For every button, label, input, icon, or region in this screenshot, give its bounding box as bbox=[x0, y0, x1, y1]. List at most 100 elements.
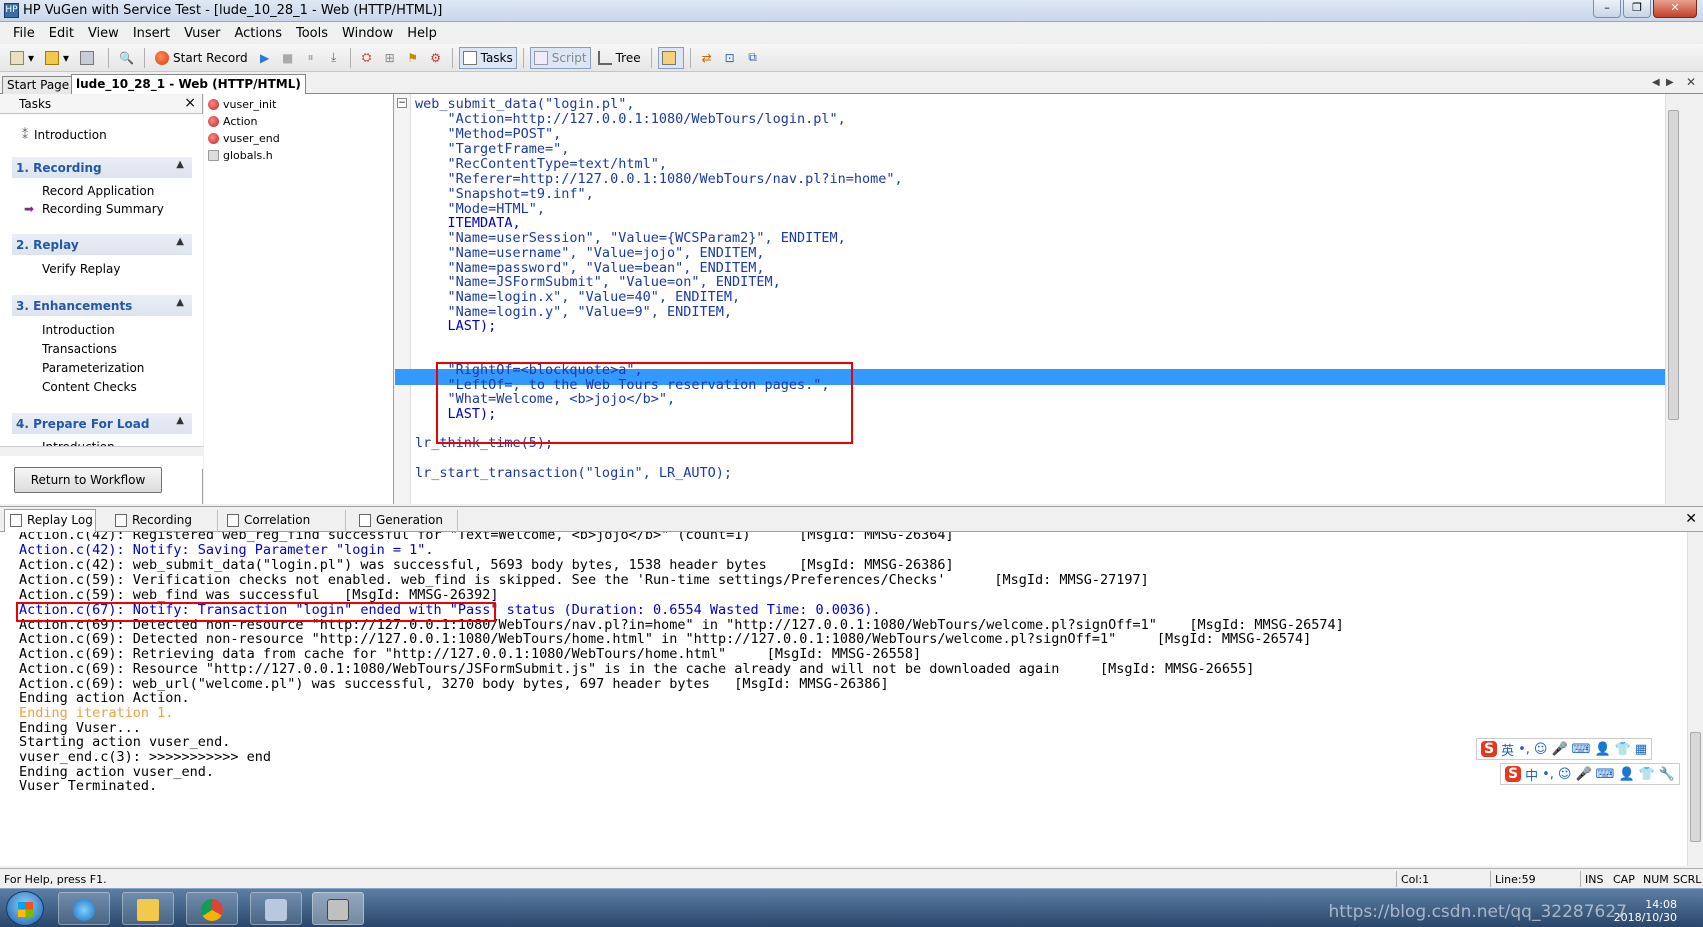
tasks-toggle-button[interactable]: Tasks bbox=[458, 46, 517, 69]
log-scrollbar[interactable] bbox=[1687, 532, 1703, 866]
tree-view-button[interactable]: Tree bbox=[594, 47, 645, 69]
tree-item-action[interactable]: Action bbox=[208, 115, 257, 128]
tab-recording-log[interactable]: Recording Log bbox=[110, 510, 218, 547]
menu-tools[interactable]: Tools bbox=[289, 26, 335, 41]
code-line[interactable]: "Referer=http://127.0.0.1:1080/WebTours/… bbox=[415, 171, 903, 187]
tab-correlation-results[interactable]: Correlation Results bbox=[222, 510, 346, 547]
bookmark-icon[interactable]: ⚑ bbox=[403, 47, 423, 69]
menu-help[interactable]: Help bbox=[400, 26, 444, 41]
taskbar-ie-icon[interactable] bbox=[58, 892, 110, 925]
menu-insert[interactable]: Insert bbox=[126, 26, 177, 41]
code-line[interactable]: "Name=JSFormSubmit", "Value=on", ENDITEM… bbox=[415, 274, 781, 290]
editor-scrollbar[interactable] bbox=[1665, 94, 1681, 504]
rendezvous-icon[interactable]: ⊡ bbox=[720, 47, 740, 69]
code-line[interactable]: LAST); bbox=[415, 318, 497, 334]
tab-replay-log[interactable]: Replay Log bbox=[4, 509, 96, 533]
pause-icon[interactable]: ⏸ bbox=[301, 47, 321, 69]
task-recording-summary[interactable]: Recording Summary bbox=[42, 202, 164, 216]
code-line[interactable]: "Method=POST", bbox=[415, 126, 562, 142]
task-parameterization[interactable]: Parameterization bbox=[42, 361, 144, 375]
stop-icon[interactable]: ■ bbox=[278, 47, 298, 69]
new-script-icon[interactable]: ▾ bbox=[6, 47, 38, 69]
tab-scroll-right-icon[interactable]: ▶ bbox=[1666, 77, 1674, 88]
task-record-application[interactable]: Record Application bbox=[42, 184, 154, 198]
step-icon[interactable]: ⤓ bbox=[324, 47, 344, 69]
toggle-icon[interactable]: ⊞ bbox=[380, 47, 400, 69]
return-to-workflow-button[interactable]: Return to Workflow bbox=[14, 467, 162, 493]
taskbar-vugen-icon[interactable] bbox=[312, 892, 364, 925]
open-folder-icon[interactable]: ▾ bbox=[41, 47, 73, 69]
close-button[interactable]: ✕ bbox=[1653, 0, 1697, 18]
group-enhancements[interactable]: 3. Enhancements ▲ bbox=[12, 294, 192, 316]
ime-toolbar-secondary[interactable]: S 中 •, ☺ 🎤 ⌨ 👤 👕 🔧 bbox=[1500, 763, 1680, 785]
start-record-button[interactable]: Start Record bbox=[151, 47, 252, 69]
tab-scroll-left-icon[interactable]: ◀ bbox=[1652, 77, 1660, 88]
code-line[interactable]: web_submit_data("login.pl", bbox=[415, 96, 634, 112]
code-line[interactable]: "Name=userSession", "Value={WCSParam2}",… bbox=[415, 230, 846, 246]
output-close-icon[interactable]: ✕ bbox=[1685, 511, 1697, 527]
tasks-scrollbar[interactable] bbox=[0, 446, 203, 456]
collapse-icon[interactable]: ▲ bbox=[176, 159, 184, 170]
collapse-icon[interactable]: ▲ bbox=[176, 236, 184, 247]
menu-window[interactable]: Window bbox=[335, 26, 400, 41]
tree-item-vuser-init[interactable]: vuser_init bbox=[208, 98, 276, 111]
code-line[interactable]: web_find("login_check", bbox=[415, 347, 602, 363]
code-line[interactable]: "Snapshot=t9.inf", bbox=[415, 186, 594, 202]
find-icon[interactable]: 🔍 bbox=[115, 47, 138, 69]
code-line[interactable]: "Action=http://127.0.0.1:1080/WebTours/l… bbox=[415, 111, 846, 127]
code-line[interactable]: "RecContentType=text/html", bbox=[415, 156, 667, 172]
tab-generation-log[interactable]: Generation Log bbox=[354, 510, 458, 547]
taskbar-app-icon[interactable] bbox=[250, 892, 302, 925]
menu-view[interactable]: View bbox=[81, 26, 126, 41]
group-replay[interactable]: 2. Replay ▲ bbox=[12, 233, 192, 255]
scrollbar-thumb[interactable] bbox=[1690, 732, 1701, 842]
transaction-icon[interactable]: ⇄ bbox=[697, 47, 717, 69]
task-transactions[interactable]: Transactions bbox=[42, 342, 117, 356]
output-window-icon[interactable] bbox=[657, 46, 684, 69]
ime-toolbar[interactable]: S 英 •, ☺ 🎤 ⌨ 👤 👕 ▦ bbox=[1476, 738, 1653, 760]
tasks-close-icon[interactable]: × bbox=[184, 95, 196, 111]
tab-script[interactable]: lude_10_28_1 - Web (HTTP/HTML) bbox=[71, 74, 306, 94]
log-line: Action.c(69): Retrieving data from cache… bbox=[19, 646, 922, 662]
group-recording[interactable]: 1. Recording ▲ bbox=[12, 156, 192, 178]
fold-icon[interactable]: − bbox=[397, 98, 407, 108]
save-icon[interactable] bbox=[76, 47, 102, 69]
clock[interactable]: 14:08 2018/10/30 bbox=[1614, 898, 1677, 924]
tree-item-vuser-end[interactable]: vuser_end bbox=[208, 132, 280, 145]
start-button[interactable] bbox=[6, 891, 44, 926]
code-line[interactable]: "Name=username", "Value=jojo", ENDITEM, bbox=[415, 245, 765, 261]
task-verify-replay[interactable]: Verify Replay bbox=[42, 262, 120, 276]
taskbar-explorer-icon[interactable] bbox=[122, 892, 174, 925]
taskbar: https://blog.csdn.net/qq_32287627 14:08 2… bbox=[0, 888, 1703, 927]
taskbar-chrome-icon[interactable] bbox=[186, 892, 238, 925]
task-introduction[interactable]: ⁑ Introduction bbox=[22, 128, 107, 142]
breakpoint-icon[interactable]: ⛭ bbox=[357, 47, 377, 69]
group-prepare-for-load[interactable]: 4. Prepare For Load ▲ bbox=[12, 412, 192, 434]
menu-edit[interactable]: Edit bbox=[42, 26, 81, 41]
code-line[interactable]: "Name=login.x", "Value=40", ENDITEM, bbox=[415, 289, 741, 305]
replay-icon[interactable]: ▶ bbox=[255, 47, 275, 69]
script-editor[interactable]: − − web_submit_data("login.pl", "Action=… bbox=[395, 94, 1681, 504]
settings-icon[interactable]: ⚙ bbox=[426, 47, 446, 69]
collapse-icon[interactable]: ▲ bbox=[176, 415, 184, 426]
code-line[interactable]: lr_start_transaction("login", LR_AUTO); bbox=[415, 465, 732, 481]
tree-item-globals[interactable]: globals.h bbox=[208, 149, 273, 162]
script-view-button[interactable]: Script bbox=[529, 46, 591, 69]
menu-actions[interactable]: Actions bbox=[227, 26, 289, 41]
menu-file[interactable]: File bbox=[6, 26, 42, 41]
menu-vuser[interactable]: Vuser bbox=[177, 26, 227, 41]
minimize-button[interactable]: – bbox=[1593, 0, 1621, 18]
tab-start-page[interactable]: Start Page bbox=[2, 76, 75, 94]
code-line[interactable]: "TargetFrame=", bbox=[415, 141, 570, 157]
replay-log[interactable]: Action.c(42): Registered web_reg_find su… bbox=[0, 532, 1703, 866]
parameter-icon[interactable]: ⧉ bbox=[743, 47, 763, 69]
tab-close-icon[interactable]: ✕ bbox=[1686, 75, 1696, 89]
log-icon bbox=[115, 514, 127, 527]
scrollbar-thumb[interactable] bbox=[1668, 110, 1679, 420]
collapse-icon[interactable]: ▲ bbox=[176, 297, 184, 308]
code-line[interactable]: ITEMDATA, bbox=[415, 215, 521, 231]
task-enhancements-introduction[interactable]: Introduction bbox=[42, 323, 115, 337]
maximize-button[interactable]: ❐ bbox=[1623, 0, 1651, 18]
caps-indicator: CAP bbox=[1613, 873, 1635, 886]
task-content-checks[interactable]: Content Checks bbox=[42, 380, 137, 394]
